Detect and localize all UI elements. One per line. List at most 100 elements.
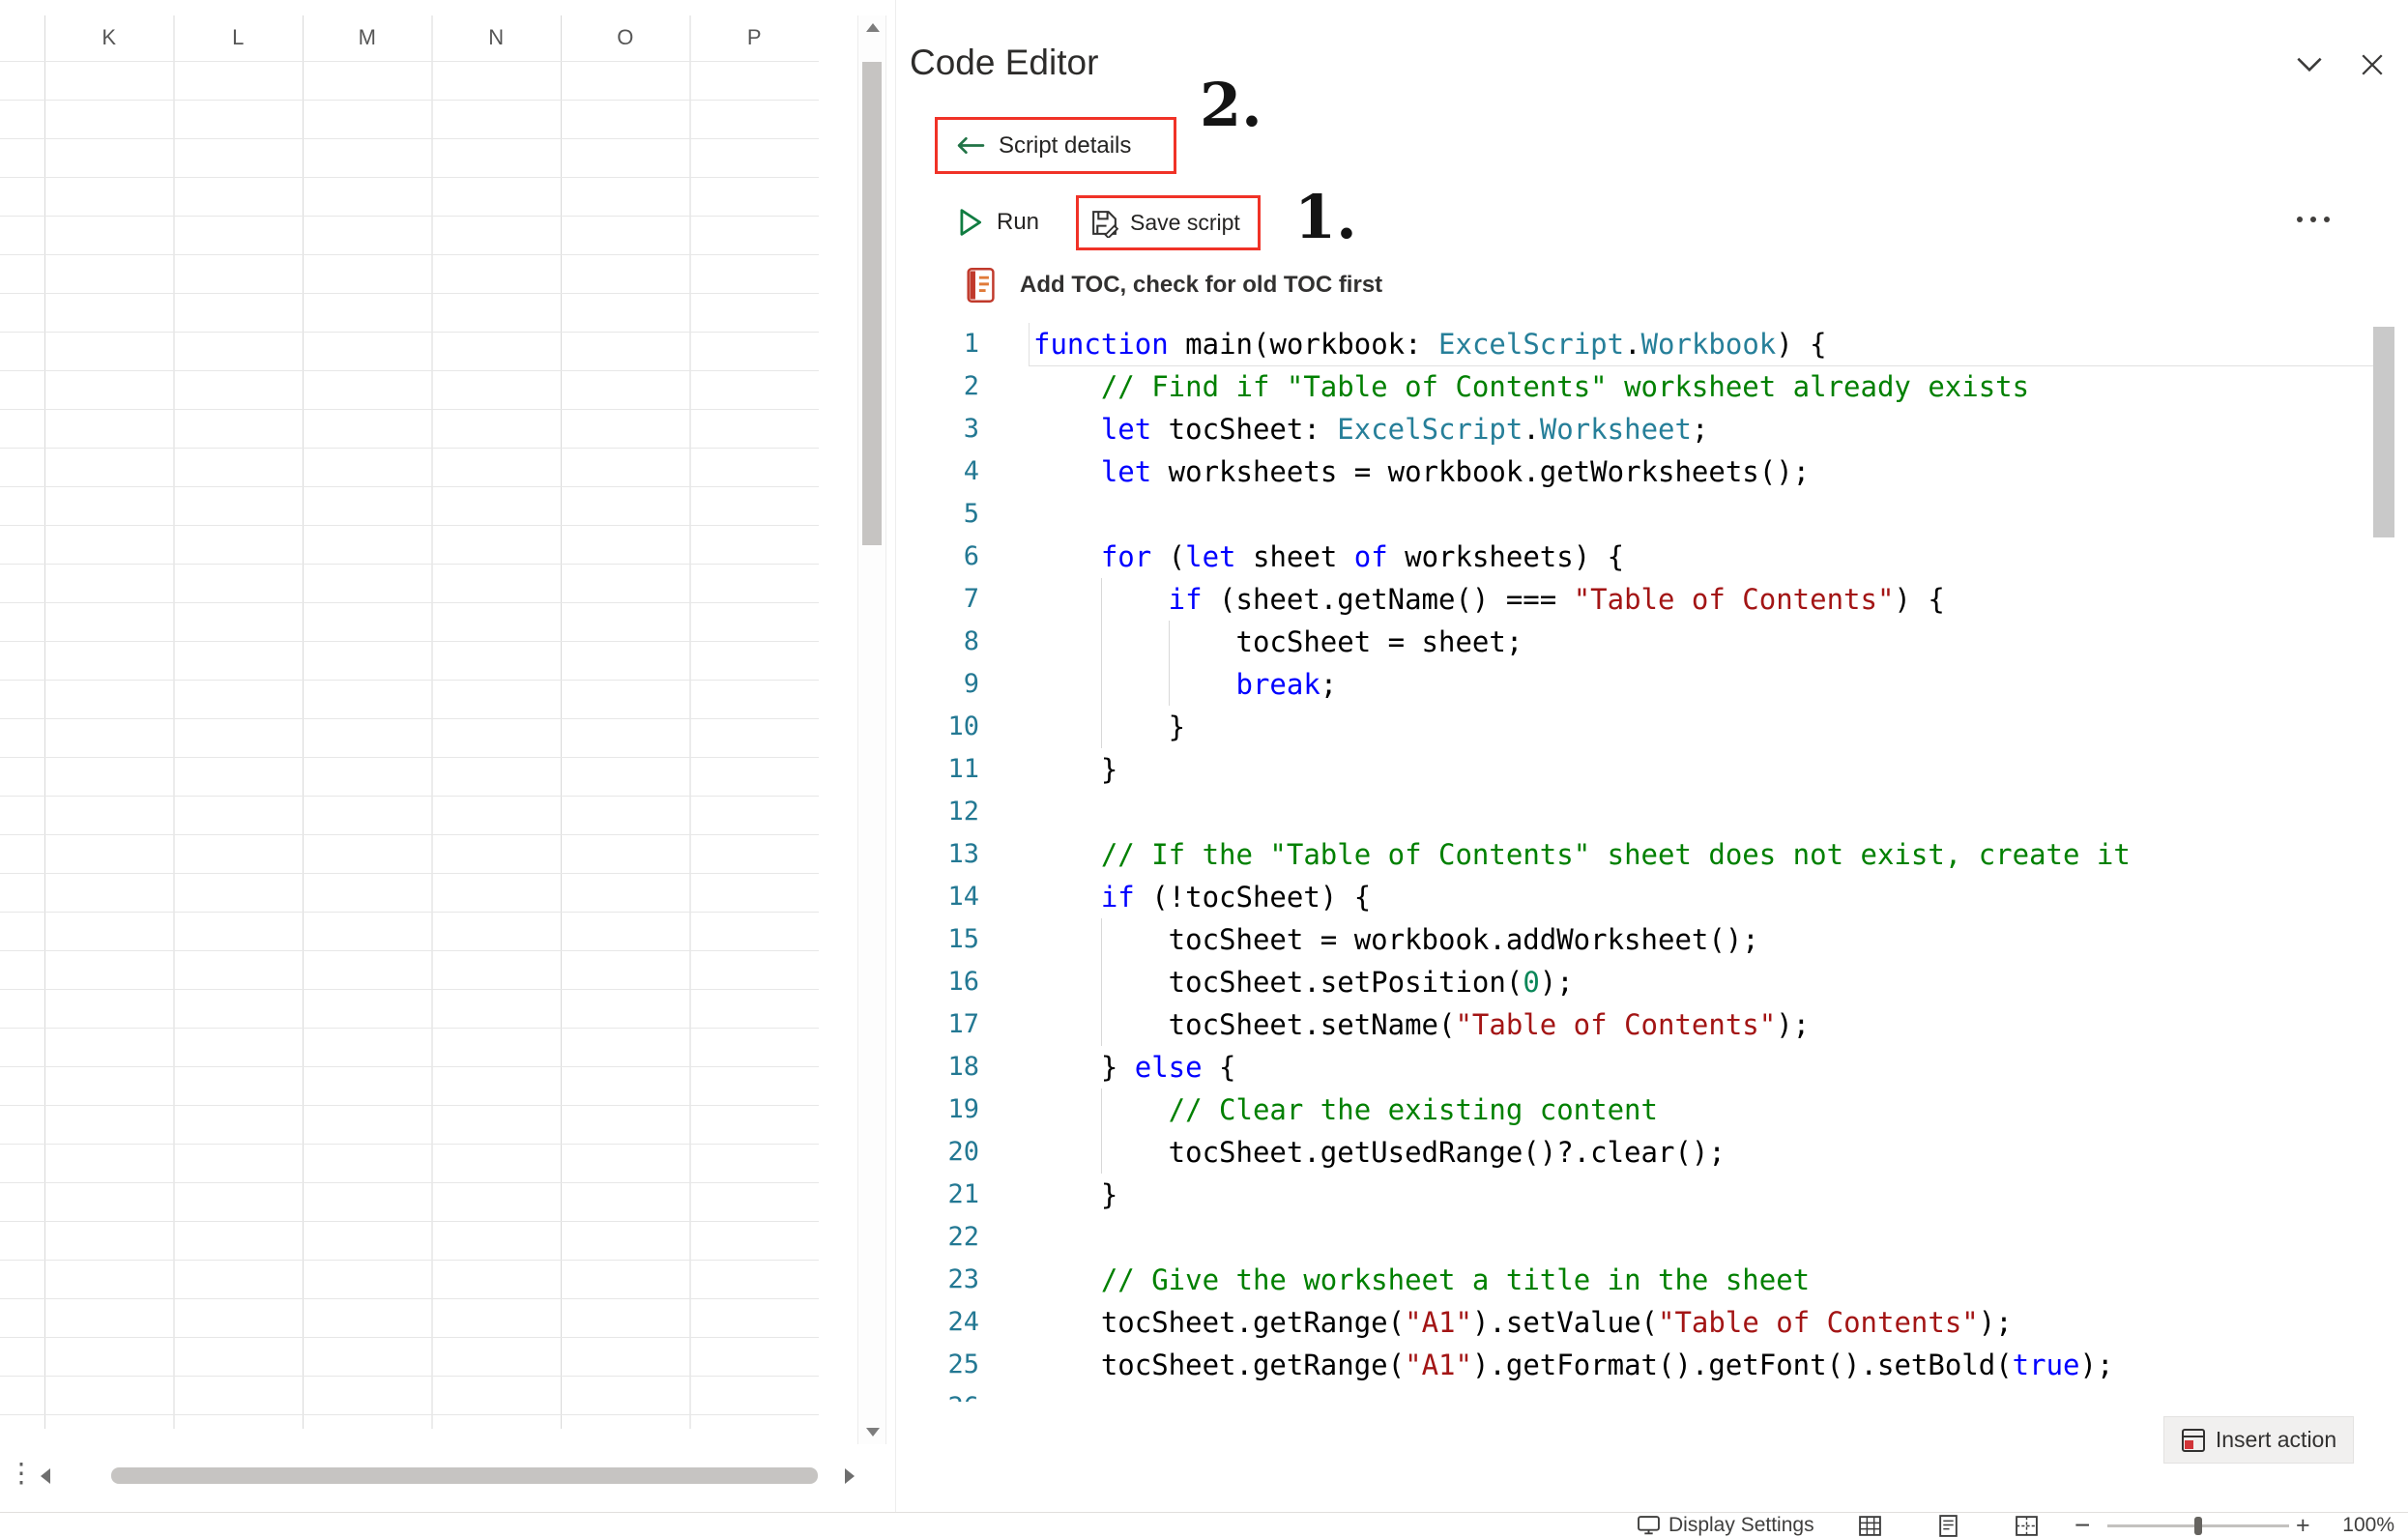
horizontal-scroll-thumb[interactable] bbox=[111, 1467, 818, 1484]
zoom-slider[interactable] bbox=[2107, 1524, 2289, 1527]
line-number: 2 bbox=[896, 365, 979, 408]
code-text bbox=[1030, 791, 2373, 833]
line-number: 7 bbox=[896, 578, 979, 621]
line-number: 3 bbox=[896, 408, 979, 450]
collapse-pane-button[interactable] bbox=[2296, 56, 2323, 77]
code-text: tocSheet.setName("Table of Contents"); bbox=[1030, 1003, 2373, 1046]
code-line[interactable]: 6for (let sheet of worksheets) { bbox=[896, 536, 2373, 578]
script-name: Add TOC, check for old TOC first bbox=[1020, 272, 1382, 299]
more-options-button[interactable] bbox=[2297, 217, 2330, 222]
close-pane-button[interactable] bbox=[2360, 52, 2385, 82]
scroll-right-icon[interactable] bbox=[845, 1468, 855, 1484]
code-line[interactable]: 20tocSheet.getUsedRange()?.clear(); bbox=[896, 1131, 2373, 1174]
save-icon bbox=[1089, 208, 1119, 238]
code-line[interactable]: 26 bbox=[896, 1386, 2373, 1402]
line-number: 9 bbox=[896, 663, 979, 706]
sheet-tabs-handle-icon[interactable]: ⋮ bbox=[8, 1458, 35, 1489]
code-line[interactable]: 15tocSheet = workbook.addWorksheet(); bbox=[896, 918, 2373, 961]
normal-view-icon[interactable] bbox=[1858, 1514, 1882, 1538]
view-switcher bbox=[1858, 1513, 2039, 1538]
display-settings-label: Display Settings bbox=[1668, 1514, 1814, 1537]
sheet-horizontal-scrollbar[interactable] bbox=[35, 1464, 856, 1489]
line-number: 19 bbox=[896, 1088, 979, 1131]
insert-action-button[interactable]: Insert action bbox=[2163, 1416, 2354, 1464]
code-text: // Clear the existing content bbox=[1030, 1088, 2373, 1131]
zoom-out-icon: − bbox=[2074, 1510, 2090, 1538]
code-line[interactable]: 8 tocSheet = sheet; bbox=[896, 621, 2373, 663]
horizontal-scroll-track[interactable] bbox=[62, 1464, 826, 1489]
line-number: 1 bbox=[896, 323, 979, 365]
code-text: tocSheet.getUsedRange()?.clear(); bbox=[1030, 1131, 2373, 1174]
page-break-view-icon[interactable] bbox=[2015, 1514, 2039, 1538]
page-layout-view-icon[interactable] bbox=[1936, 1514, 1960, 1538]
vertical-scroll-thumb[interactable] bbox=[862, 62, 882, 545]
code-line[interactable]: 19 // Clear the existing content bbox=[896, 1088, 2373, 1131]
code-line[interactable]: 10} bbox=[896, 706, 2373, 748]
code-line[interactable]: 21} bbox=[896, 1174, 2373, 1216]
code-line[interactable]: 11} bbox=[896, 748, 2373, 791]
zoom-level-button[interactable]: 100% bbox=[2335, 1513, 2394, 1538]
display-settings-button[interactable]: Display Settings bbox=[1638, 1513, 1814, 1538]
code-line[interactable]: 23// Give the worksheet a title in the s… bbox=[896, 1259, 2373, 1301]
save-script-button[interactable]: Save script bbox=[1130, 210, 1240, 236]
code-text bbox=[1030, 493, 2373, 536]
editor-scroll-thumb[interactable] bbox=[2373, 327, 2394, 537]
line-number: 8 bbox=[896, 621, 979, 663]
code-line[interactable]: 24tocSheet.getRange("A1").setValue("Tabl… bbox=[896, 1301, 2373, 1344]
scroll-left-icon[interactable] bbox=[41, 1468, 50, 1484]
zoom-out-button[interactable]: − bbox=[2074, 1513, 2090, 1538]
zoom-in-icon: + bbox=[2296, 1512, 2310, 1538]
code-line[interactable]: 4 let worksheets = workbook.getWorksheets… bbox=[896, 450, 2373, 493]
scroll-up-icon[interactable] bbox=[866, 23, 880, 32]
run-button[interactable]: Run bbox=[958, 199, 1039, 246]
close-icon bbox=[2360, 52, 2385, 77]
code-line[interactable]: 13// If the "Table of Contents" sheet do… bbox=[896, 833, 2373, 876]
sheet-vertical-scrollbar[interactable] bbox=[857, 15, 886, 1444]
code-line[interactable]: 5 bbox=[896, 493, 2373, 536]
code-line[interactable]: 3 let tocSheet: ExcelScript.Worksheet; bbox=[896, 408, 2373, 450]
code-line[interactable]: 1function main(workbook: ExcelScript.Wor… bbox=[896, 323, 2373, 365]
code-line[interactable]: 12 bbox=[896, 791, 2373, 833]
grid-row-lines[interactable] bbox=[0, 61, 819, 1429]
code-line[interactable]: 17tocSheet.setName("Table of Contents"); bbox=[896, 1003, 2373, 1046]
scroll-down-icon[interactable] bbox=[866, 1428, 880, 1436]
code-lines: 1function main(workbook: ExcelScript.Wor… bbox=[896, 323, 2373, 1402]
insert-action-label: Insert action bbox=[2216, 1427, 2336, 1453]
code-editor-pane: Code Editor Script details 2. Run Save s… bbox=[895, 0, 2408, 1512]
code-area[interactable]: 1function main(workbook: ExcelScript.Wor… bbox=[896, 323, 2373, 1402]
code-line[interactable]: 22 bbox=[896, 1216, 2373, 1259]
code-line[interactable]: 18} else { bbox=[896, 1046, 2373, 1088]
code-text: tocSheet = sheet; bbox=[1030, 621, 2373, 663]
code-text: tocSheet.setPosition(0); bbox=[1030, 961, 2373, 1003]
zoom-in-button[interactable]: + bbox=[2296, 1513, 2310, 1538]
zoom-slider-thumb[interactable] bbox=[2194, 1517, 2202, 1535]
script-details-button[interactable]: Script details bbox=[999, 132, 1131, 160]
code-line[interactable]: 7if (sheet.getName() === "Table of Conte… bbox=[896, 578, 2373, 621]
status-bar: Display Settings − + 100% bbox=[0, 1512, 2408, 1538]
column-header-M[interactable]: M bbox=[303, 15, 432, 61]
column-header-L[interactable]: L bbox=[174, 15, 304, 61]
more-options-icon bbox=[2297, 217, 2303, 222]
spreadsheet: KLMNOP bbox=[0, 0, 856, 1512]
column-header-O[interactable]: O bbox=[561, 15, 690, 61]
line-number: 21 bbox=[896, 1174, 979, 1216]
code-line[interactable]: 2// Find if "Table of Contents" workshee… bbox=[896, 365, 2373, 408]
code-line[interactable]: 9break; bbox=[896, 663, 2373, 706]
code-line[interactable]: 14if (!tocSheet) { bbox=[896, 876, 2373, 918]
code-text: // Give the worksheet a title in the she… bbox=[1030, 1259, 2373, 1301]
code-text: for (let sheet of worksheets) { bbox=[1030, 536, 2373, 578]
code-text: let worksheets = workbook.getWorksheets(… bbox=[1030, 450, 2373, 493]
script-details-annotation-box: Script details bbox=[935, 117, 1176, 174]
column-header-N[interactable]: N bbox=[432, 15, 562, 61]
code-line[interactable]: 25tocSheet.getRange("A1").getFormat().ge… bbox=[896, 1344, 2373, 1386]
line-number: 10 bbox=[896, 706, 979, 748]
code-text: let tocSheet: ExcelScript.Worksheet; bbox=[1030, 408, 2373, 450]
line-number: 4 bbox=[896, 450, 979, 493]
column-header-K[interactable]: K bbox=[44, 15, 174, 61]
column-header-P[interactable]: P bbox=[690, 15, 820, 61]
script-icon bbox=[964, 267, 997, 304]
chevron-down-icon bbox=[2296, 56, 2323, 73]
line-number: 14 bbox=[896, 876, 979, 918]
code-line[interactable]: 16tocSheet.setPosition(0); bbox=[896, 961, 2373, 1003]
save-script-annotation-box: Save script bbox=[1076, 195, 1261, 250]
